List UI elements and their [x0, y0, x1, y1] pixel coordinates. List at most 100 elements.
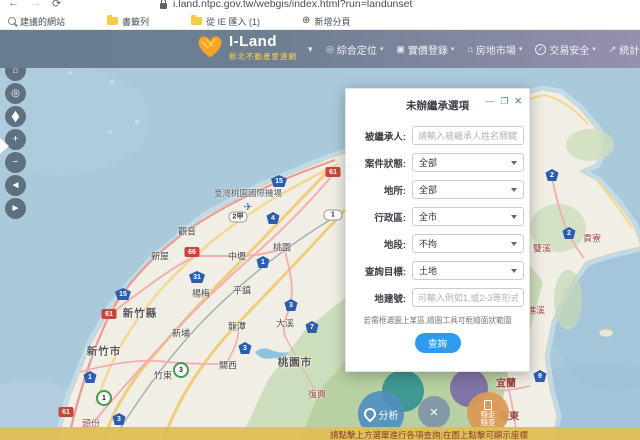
form-row-land-office: 地所:全部: [346, 180, 529, 199]
chevron-down-icon: [511, 188, 517, 192]
route-shield-61: 61: [59, 407, 74, 417]
case-status-label: 案件狀態:: [350, 156, 412, 170]
section-select[interactable]: 不拘: [412, 234, 524, 253]
menu-label: 房地市場: [476, 42, 516, 57]
map-label-楊梅: 楊梅: [192, 287, 210, 300]
decedent-input[interactable]: [412, 126, 524, 145]
chevron-down-icon: [511, 242, 517, 246]
browser-back-icon[interactable]: ←: [8, 0, 19, 9]
bookmark-item[interactable]: ⊕新增分頁: [302, 15, 350, 28]
app-navbar: I-Land 新北不動產愛連網 ▾ ◎綜合定位▾▣實價登錄▾⌂房地市場▾✓交易安…: [0, 30, 640, 68]
district-label: 行政區:: [350, 210, 412, 224]
fab-close-button[interactable]: ×: [418, 396, 450, 428]
chevron-down-icon: ▾: [380, 45, 384, 53]
map-label-中壢: 中壢: [228, 250, 246, 263]
map-label-貢寮: 貢寮: [583, 232, 601, 245]
browser-forward-icon[interactable]: →: [30, 0, 41, 9]
map-label-龍潭: 龍潭: [228, 320, 246, 333]
case-status-select[interactable]: 全部: [412, 153, 524, 172]
route-shield-61: 61: [326, 167, 341, 177]
menu-icon-房地市場: ⌂: [467, 44, 472, 54]
form-row-query-target: 查詢目標:土地: [346, 261, 529, 280]
chevron-down-icon: [511, 269, 517, 273]
main-menu: ◎綜合定位▾▣實價登錄▾⌂房地市場▾✓交易安全▾↗統計分析▾i公開資訊▾: [326, 30, 640, 68]
query-target-label: 查詢目標:: [350, 264, 412, 278]
chevron-down-icon: ▾: [592, 45, 596, 53]
map-label-復興: 復興: [308, 388, 326, 401]
map-label-關西: 關西: [219, 359, 237, 372]
menu-房地市場[interactable]: ⌂房地市場▾: [467, 42, 522, 57]
map-label-觀音: 觀音: [178, 225, 196, 238]
menu-label: 實價登錄: [408, 42, 448, 57]
bookmark-label: 書籤列: [122, 15, 149, 28]
map-footer-banner: 請點擊上方選單進行各項查詢;在圖上點擊可顯示座標: [0, 427, 640, 440]
bookmark-item[interactable]: 書籤列: [107, 15, 149, 28]
heart-logo-icon: [196, 34, 224, 60]
pin-icon: [361, 406, 378, 423]
district-select[interactable]: 全市: [412, 207, 524, 226]
close-icon[interactable]: ×: [514, 95, 522, 107]
route-shield-2甲: 2甲: [229, 212, 248, 223]
map-label-新屋: 新屋: [151, 250, 169, 263]
query-button[interactable]: 查詢: [415, 333, 461, 353]
zoom-out-icon: −: [13, 157, 19, 168]
menu-label: 統計分析: [619, 42, 640, 57]
map-label-平鎮: 平鎮: [233, 284, 251, 297]
panel-collapse-arrow-icon[interactable]: [0, 138, 9, 154]
zoom-in-icon: +: [13, 134, 19, 145]
menu-label: 綜合定位: [337, 42, 377, 57]
locate-button[interactable]: ◎: [5, 83, 26, 104]
compass-button[interactable]: ◆: [5, 106, 26, 127]
folder-icon: [107, 17, 118, 25]
map-label-臺灣桃園國際機場: 臺灣桃園國際機場: [214, 187, 282, 199]
menu-icon-綜合定位: ◎: [326, 44, 334, 55]
map-label-雙溪: 雙溪: [533, 242, 551, 255]
parcel-number-label: 地建號:: [350, 291, 412, 305]
form-row-district: 行政區:全市: [346, 207, 529, 226]
next-extent-icon: ►: [11, 203, 21, 214]
section-value: 不拘: [419, 237, 437, 250]
unregistered-inheritance-dialog: 未辦繼承選項 — ❐ × 被繼承人:案件狀態:全部地所:全部行政區:全市地段:不…: [345, 88, 530, 372]
route-shield-61: 61: [102, 309, 117, 319]
map-canvas[interactable]: 臺灣桃園國際機場✈觀音新屋中壢桃園楊梅平鎮新埔龍潭大溪關西竹東新竹縣新竹市桃園市…: [0, 68, 640, 440]
menu-統計分析[interactable]: ↗統計分析▾: [609, 42, 640, 57]
map-label-宜蘭: 宜蘭: [496, 375, 516, 390]
brand-caret-icon[interactable]: ▾: [308, 44, 313, 55]
map-label-桃園: 桃園: [273, 241, 291, 254]
menu-icon-統計分析: ↗: [609, 44, 617, 55]
form-row-case-status: 案件狀態:全部: [346, 153, 529, 172]
brand-title: I-Land: [229, 34, 297, 49]
land-office-value: 全部: [419, 183, 437, 196]
parcel-number-input[interactable]: [412, 288, 524, 307]
folder-icon: [191, 17, 202, 25]
zoom-out-button[interactable]: −: [5, 152, 26, 173]
next-extent-button[interactable]: ►: [5, 198, 26, 219]
menu-實價登錄[interactable]: ▣實價登錄▾: [396, 42, 454, 57]
bookmark-item[interactable]: 建議的網站: [8, 15, 65, 28]
restore-icon[interactable]: ❐: [500, 95, 508, 107]
query-target-select[interactable]: 土地: [412, 261, 524, 280]
browser-reload-icon[interactable]: ⟳: [52, 0, 61, 10]
form-row-section: 地段: 不拘: [346, 234, 529, 253]
brand-subtitle: 新北不動產愛連網: [229, 51, 297, 62]
menu-交易安全[interactable]: ✓交易安全▾: [535, 42, 596, 57]
land-office-select[interactable]: 全部: [412, 180, 524, 199]
chevron-down-icon: [511, 161, 517, 165]
browser-toolbar: ← → ⟳ i.land.ntpc.gov.tw/webgis/index.ht…: [0, 0, 640, 13]
map-label-桃園市: 桃園市: [278, 355, 313, 370]
map-label-大溪: 大溪: [276, 317, 294, 330]
screen: ← → ⟳ i.land.ntpc.gov.tw/webgis/index.ht…: [0, 0, 640, 440]
previous-extent-button[interactable]: ◄: [5, 175, 26, 196]
dialog-note: 若需框選圖上某區,繪圖工具可框繪面狀範圍: [350, 315, 526, 326]
route-shield-1: 1: [96, 390, 112, 406]
minimize-icon[interactable]: —: [485, 95, 494, 107]
chevron-down-icon: [511, 215, 517, 219]
address-bar[interactable]: i.land.ntpc.gov.tw/webgis/index.html?run…: [173, 0, 412, 10]
menu-綜合定位[interactable]: ◎綜合定位▾: [326, 42, 383, 57]
bookmark-item[interactable]: 從 IE 匯入 (1): [191, 15, 260, 28]
fab-analyze-label: 分析: [379, 407, 399, 422]
chevron-down-icon: ▾: [451, 45, 455, 53]
brand-logo[interactable]: I-Land 新北不動產愛連網: [196, 34, 297, 62]
section-label: 地段:: [350, 237, 412, 251]
previous-extent-icon: ◄: [11, 180, 21, 191]
